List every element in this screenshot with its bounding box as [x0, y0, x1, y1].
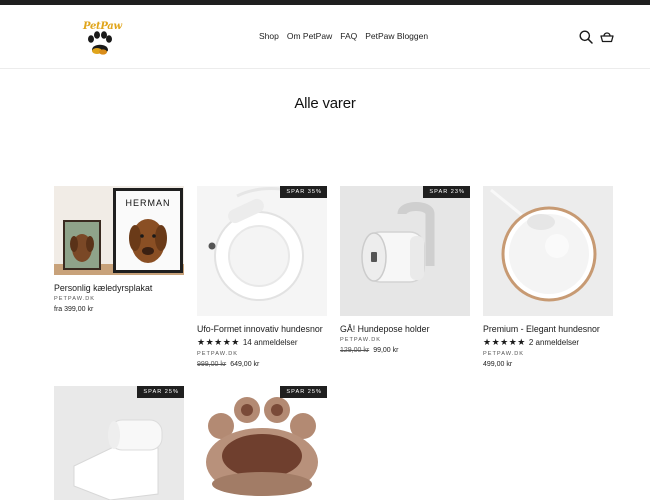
compare-at-price: 129,00 kr	[340, 347, 370, 354]
compare-at-price: 999,00 kr	[197, 361, 227, 368]
site-header: PetPaw Shop Om PetPaw FAQ PetPaw Bloggen	[0, 5, 650, 69]
product-vendor: PETPAW.DK	[340, 337, 382, 343]
rating-stars-icon: ★★★★★	[197, 337, 240, 347]
product-image[interactable]: SPAR 25%	[197, 386, 327, 500]
product-rating[interactable]: ★★★★★ 14 anmeldelser	[197, 337, 327, 348]
white-product-image	[54, 386, 184, 500]
product-price: 999,00 kr 649,00 kr	[197, 361, 327, 368]
product-vendor: PETPAW.DK	[54, 296, 96, 302]
rating-stars-icon: ★★★★★	[483, 337, 526, 347]
product-vendor: PETPAW.DK	[483, 351, 525, 357]
ufo-leash-image	[197, 186, 327, 316]
page-title: Alle varer	[294, 95, 356, 112]
product-card[interactable]: HERMAN Personlig kæledyrsplakat PETPAW.D…	[54, 186, 184, 313]
product-image[interactable]: HERMAN	[54, 186, 184, 275]
sale-badge: SPAR 25%	[137, 386, 184, 398]
basket-icon[interactable]	[599, 29, 615, 45]
product-image[interactable]: SPAR 35%	[197, 186, 327, 316]
product-card[interactable]: SPAR 23% GÅ! Hundepose holder PETPAW.DK …	[340, 186, 470, 354]
product-price: 499,00 kr	[483, 361, 513, 368]
product-title[interactable]: Personlig kæledyrsplakat	[54, 283, 184, 293]
nav-item-om-petpaw[interactable]: Om PetPaw	[287, 31, 332, 41]
product-vendor: PETPAW.DK	[197, 351, 239, 357]
review-count: 2 anmeldelser	[528, 338, 580, 347]
product-card[interactable]: SPAR 35% Ufo-Formet innovativ hundesnor …	[197, 186, 327, 368]
product-card[interactable]: SPAR 25%	[54, 386, 184, 500]
nav-item-faq[interactable]: FAQ	[340, 31, 357, 41]
sale-price: 99,00 kr	[373, 347, 399, 354]
nav-item-shop[interactable]: Shop	[259, 31, 279, 41]
product-title[interactable]: GÅ! Hundepose holder	[340, 324, 470, 334]
product-card[interactable]: Premium - Elegant hundesnor ★★★★★ 2 anme…	[483, 186, 613, 368]
poster-name-text: HERMAN	[125, 198, 171, 208]
review-count: 14 anmeldelser	[242, 338, 298, 347]
sale-badge: SPAR 25%	[280, 386, 327, 398]
nav-item-bloggen[interactable]: PetPaw Bloggen	[365, 31, 428, 41]
search-icon[interactable]	[578, 29, 594, 45]
sale-badge: SPAR 23%	[423, 186, 470, 198]
product-title[interactable]: Ufo-Formet innovativ hundesnor	[197, 324, 327, 334]
bag-holder-image	[340, 186, 470, 316]
product-title[interactable]: Premium - Elegant hundesnor	[483, 324, 613, 334]
product-image[interactable]: SPAR 25%	[54, 386, 184, 500]
paw-bed-image	[197, 386, 327, 500]
product-rating[interactable]: ★★★★★ 2 anmeldelser	[483, 337, 613, 348]
product-image[interactable]	[483, 186, 613, 316]
product-card[interactable]: SPAR 25%	[197, 386, 327, 500]
sale-badge: SPAR 35%	[280, 186, 327, 198]
brand-logo[interactable]: PetPaw	[80, 17, 122, 57]
sale-price: 649,00 kr	[230, 361, 260, 368]
product-image[interactable]: SPAR 23%	[340, 186, 470, 316]
main-navigation: Shop Om PetPaw FAQ PetPaw Bloggen	[259, 31, 428, 41]
product-price: 129,00 kr 99,00 kr	[340, 347, 470, 354]
premium-leash-image	[483, 186, 613, 316]
product-price: fra 399,00 kr	[54, 306, 94, 313]
logo-text: PetPaw	[83, 21, 122, 32]
